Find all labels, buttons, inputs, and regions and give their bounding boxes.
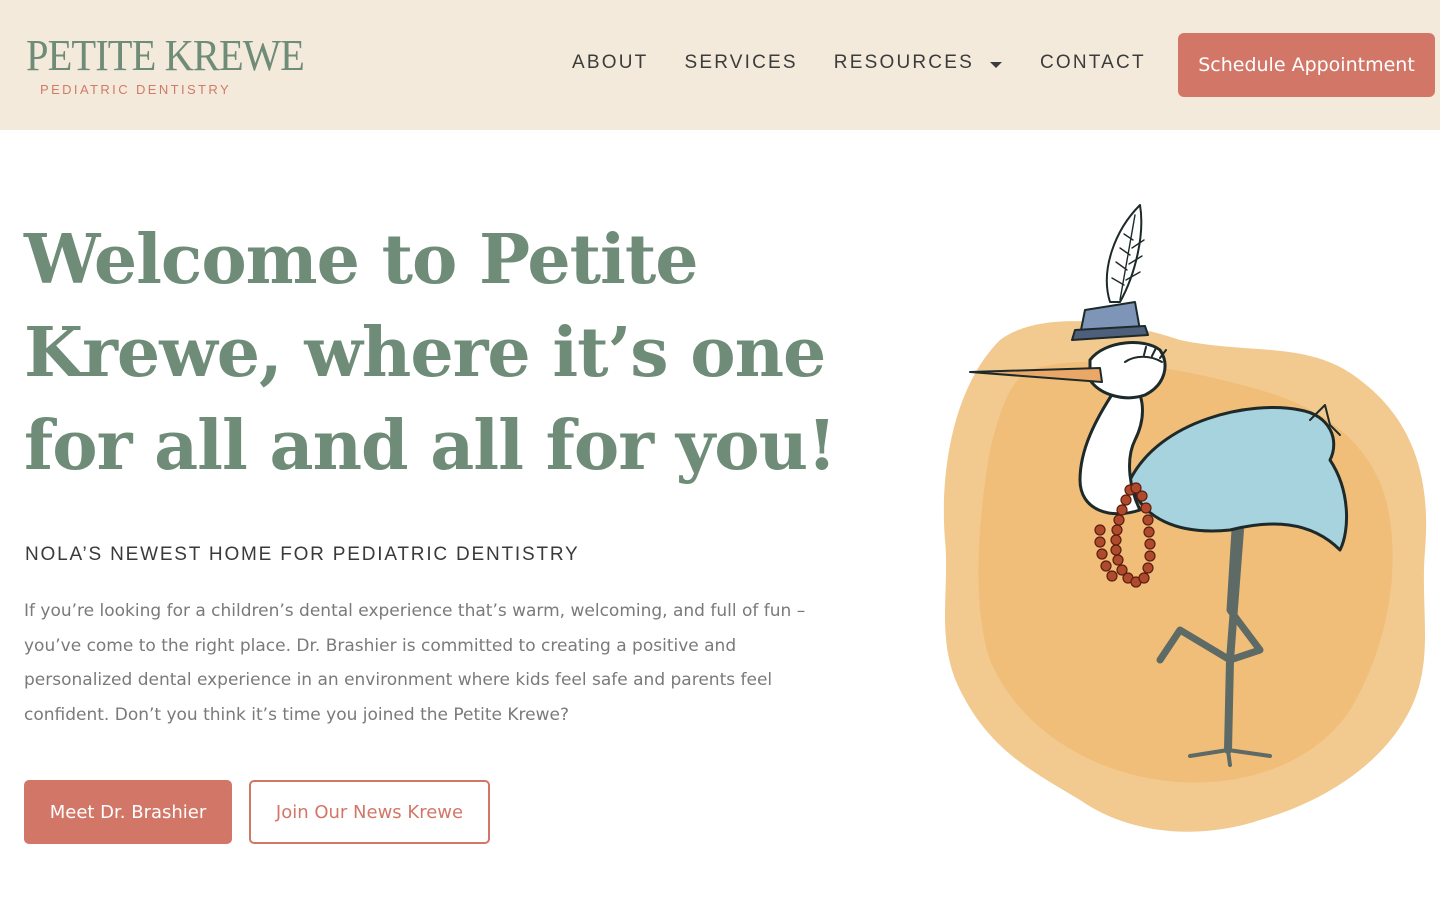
nav-resources[interactable]: RESOURCES	[834, 52, 1002, 74]
main-nav: ABOUT SERVICES RESOURCES CONTACT	[572, 52, 1146, 74]
logo-title: PETITE KREWE	[26, 31, 305, 80]
meet-dr-brashier-button[interactable]: Meet Dr. Brashier	[24, 780, 232, 844]
logo[interactable]: PETITE KREWE PEDIATRIC DENTISTRY	[26, 31, 305, 98]
nav-services[interactable]: SERVICES	[684, 52, 797, 74]
heron-mascot-illustration	[943, 204, 1427, 832]
nav-contact[interactable]: CONTACT	[1040, 52, 1146, 74]
watercolor-splash	[943, 321, 1427, 832]
chevron-down-icon[interactable]	[989, 62, 1002, 68]
logo-subtitle: PEDIATRIC DENTISTRY	[40, 82, 232, 97]
nav-about[interactable]: ABOUT	[572, 52, 648, 74]
hero-body: If you’re looking for a children’s denta…	[24, 601, 806, 725]
hero-subtitle: NOLA’S NEWEST HOME FOR PEDIATRIC DENTIST…	[25, 544, 580, 565]
site-header: PETITE KREWE PEDIATRIC DENTISTRY ABOUT S…	[0, 0, 1440, 130]
join-news-krewe-button[interactable]: Join Our News Krewe	[249, 780, 490, 844]
nav-resources-label: RESOURCES	[833, 52, 974, 73]
schedule-appointment-button[interactable]: Schedule Appointment	[1178, 33, 1435, 97]
hero-title: Welcome to Petite Krewe, where it’s one …	[24, 220, 837, 486]
